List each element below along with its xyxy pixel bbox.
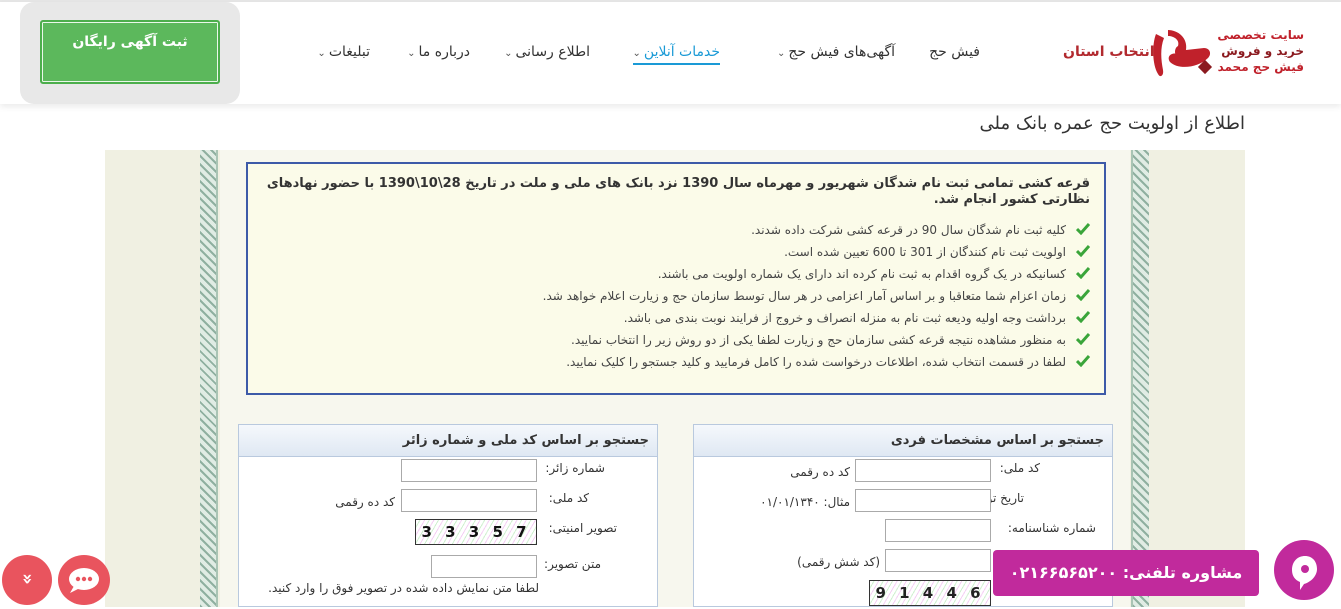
national-code-hint: کد ده رقمی: [790, 465, 850, 479]
checkmark-icon: [1076, 267, 1090, 279]
chevron-down-icon: ⌄: [632, 48, 641, 59]
info-heading: قرعه کشی تمامی ثبت نام شدگان شهریور و مه…: [266, 176, 1090, 207]
site-logo[interactable]: سایت تخصصی خرید و فروش فیش حج محمد: [1148, 24, 1310, 84]
logo-text-line3: فیش حج محمد: [1217, 60, 1304, 74]
list-item-text: زمان اعزام شما متعاقبا و بر اساس آمار اع…: [542, 289, 1066, 303]
logo-text-line1: سایت تخصصی: [1217, 28, 1304, 42]
nav-item-receipt-ads[interactable]: آگهی‌های فیش حج⌄: [777, 44, 895, 60]
chat-button[interactable]: [58, 555, 110, 605]
logo-text-line2: خرید و فروش: [1221, 44, 1304, 58]
nav-label: خدمات آنلاین: [643, 44, 720, 60]
nav-item-news[interactable]: اطلاع رسانی⌄: [504, 44, 590, 60]
info-box: قرعه کشی تمامی ثبت نام شدگان شهریور و مه…: [246, 162, 1106, 395]
nav-label: درباره ما: [418, 44, 470, 60]
nav-label: آگهی‌های فیش حج: [788, 44, 895, 60]
checkmark-icon: [1076, 311, 1090, 323]
nav-item-about[interactable]: درباره ما⌄: [407, 44, 470, 60]
checkmark-icon: [1076, 245, 1090, 257]
main-nav: فیش حج آگهی‌های فیش حج⌄ خدمات آنلاین⌄ اط…: [310, 44, 980, 68]
chevron-down-icon: ⌄: [776, 48, 786, 59]
list-item-text: اولویت ثبت نام کنندگان از 301 تا 600 تعی…: [784, 245, 1066, 259]
checkmark-icon: [1076, 289, 1090, 301]
info-list: کلیه ثبت نام شدگان سال 90 در قرعه کشی شر…: [254, 222, 1090, 376]
panel-title: جستجو بر اساس کد ملی و شماره زائر: [239, 425, 657, 457]
nav-item-hajj-receipt[interactable]: فیش حج: [929, 44, 980, 60]
nav-label: فیش حج: [929, 44, 980, 60]
free-ad-button[interactable]: ثبت آگهی رایگان: [40, 20, 220, 84]
national-code-label: کد ملی:: [999, 461, 1040, 475]
list-item-text: به منظور مشاهده نتیجه قرعه کشی سازمان حج…: [571, 333, 1066, 347]
serial-hint: (کد شش رقمی): [797, 555, 880, 569]
captcha-input[interactable]: [431, 555, 537, 578]
consult-button[interactable]: [1274, 540, 1334, 600]
list-item: برداشت وجه اولیه ودیعه ثبت نام به منزله …: [254, 310, 1090, 332]
nav-label: تبلیغات: [328, 44, 370, 60]
phone-consult-banner[interactable]: مشاوره تلفنی: ۰۲۱۶۶۵۶۵۲۰۰: [993, 550, 1259, 596]
list-item-text: برداشت وجه اولیه ودیعه ثبت نام به منزله …: [623, 311, 1066, 325]
pilgrim-number-label: شماره زائر:: [545, 461, 605, 475]
chevron-up-icon: «: [16, 573, 38, 585]
checkmark-icon: [1076, 333, 1090, 345]
nav-item-online-services[interactable]: خدمات آنلاین⌄: [632, 44, 720, 65]
checkmark-icon: [1076, 355, 1090, 367]
captcha-image: 7 5 3 3 3: [415, 519, 537, 545]
page-title: اطلاع از اولویت حج عمره بانک ملی: [979, 113, 1245, 134]
chat-icon: [69, 568, 99, 593]
nav-label: اطلاع رسانی: [515, 44, 590, 60]
national-code-input[interactable]: [401, 489, 537, 512]
chevron-down-icon: ⌄: [317, 48, 326, 59]
national-code-label: کد ملی:: [548, 491, 589, 505]
list-item: لطفا در قسمت انتخاب شده، اطلاعات درخواست…: [254, 354, 1090, 376]
birth-date-hint: مثال: ۰۱/۰۱/۱۳۴۰: [760, 495, 850, 509]
id-number-input[interactable]: [885, 519, 991, 542]
decorative-border-left: [200, 150, 218, 607]
captcha-input-label: متن تصویر:: [544, 557, 601, 571]
headset-chat-icon: [1292, 556, 1317, 590]
birth-date-input[interactable]: [855, 489, 991, 512]
checkmark-icon: [1076, 223, 1090, 235]
chevron-down-icon: ⌄: [407, 48, 416, 59]
list-item: زمان اعزام شما متعاقبا و بر اساس آمار اع…: [254, 288, 1090, 310]
pilgrim-number-input[interactable]: [401, 459, 537, 482]
list-item: کسانیکه در یک گروه اقدام به ثبت نام کرده…: [254, 266, 1090, 288]
list-item-text: کلیه ثبت نام شدگان سال 90 در قرعه کشی شر…: [751, 223, 1066, 237]
national-code-input[interactable]: [855, 459, 991, 482]
list-item-text: لطفا در قسمت انتخاب شده، اطلاعات درخواست…: [566, 355, 1066, 369]
serial-input[interactable]: [885, 549, 991, 572]
panel-title: جستجو بر اساس مشخصات فردی: [694, 425, 1112, 457]
list-item: کلیه ثبت نام شدگان سال 90 در قرعه کشی شر…: [254, 222, 1090, 244]
hajj-logo-icon: [1153, 30, 1213, 77]
scroll-to-top-button[interactable]: «: [2, 555, 52, 605]
pilgrim-search-panel: جستجو بر اساس کد ملی و شماره زائر شماره …: [238, 424, 658, 607]
id-number-label: شماره شناسنامه:: [1007, 521, 1096, 535]
list-item-text: کسانیکه در یک گروه اقدام به ثبت نام کرده…: [657, 267, 1066, 281]
decorative-border-right: [1131, 150, 1149, 607]
nav-item-advertising[interactable]: تبلیغات⌄: [317, 44, 370, 60]
national-code-hint: کد ده رقمی: [335, 495, 395, 509]
chevron-down-icon: ⌄: [504, 48, 513, 59]
captcha-image: 6 4 4 1 9: [869, 580, 991, 606]
list-item: به منظور مشاهده نتیجه قرعه کشی سازمان حج…: [254, 332, 1090, 354]
list-item: اولویت ثبت نام کنندگان از 301 تا 600 تعی…: [254, 244, 1090, 266]
province-selector[interactable]: انتخاب استان: [1063, 44, 1155, 60]
captcha-note: لطفا متن نمایش داده شده در تصویر فوق را …: [268, 581, 539, 595]
captcha-label: تصویر امنیتی:: [548, 521, 617, 535]
